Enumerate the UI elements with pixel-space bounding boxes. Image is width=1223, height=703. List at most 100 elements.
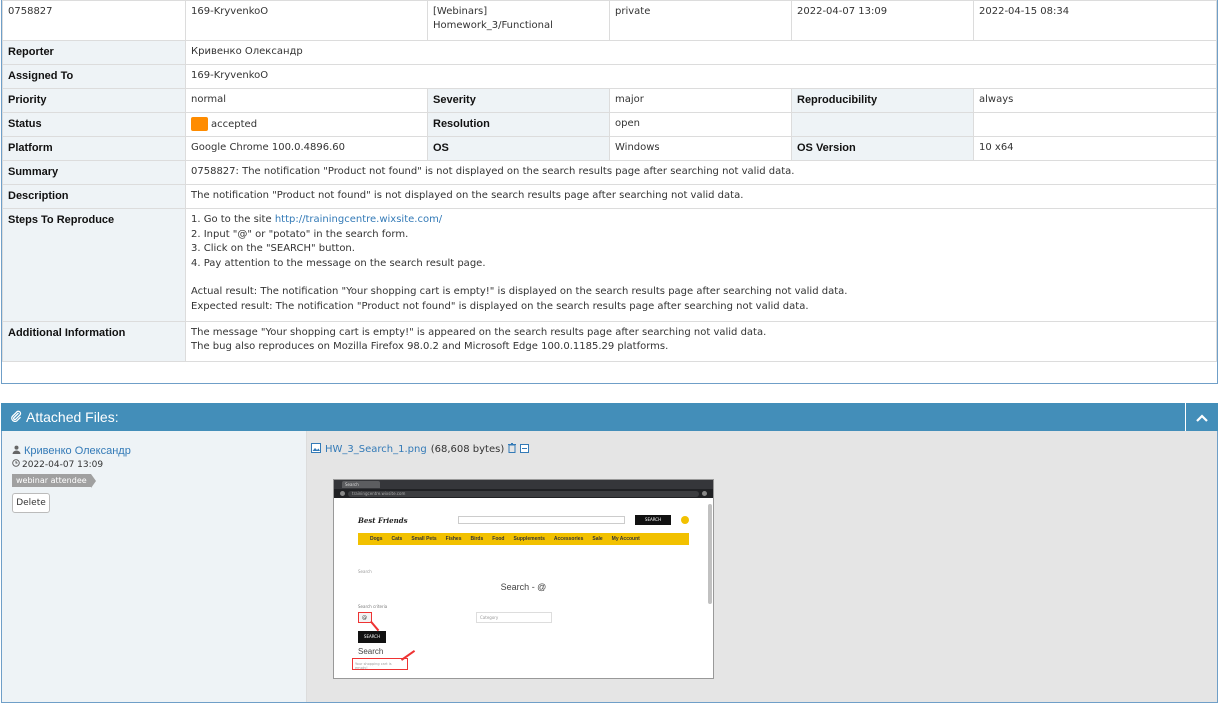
thumb-logo: Best Friends (358, 515, 408, 525)
user-icon (12, 445, 21, 457)
step-2: 2. Input "@" or "potato" in the search f… (191, 228, 409, 240)
file-link[interactable]: HW_3_Search_1.png (325, 444, 427, 455)
severity-label: Severity (427, 88, 610, 113)
platform-value: Google Chrome 100.0.4896.60 (185, 136, 428, 161)
issue-details-table: 0758827 169-KryvenkoO [Webinars] Homewor… (2, 0, 1217, 387)
thumb-criteria-row: @ Category (334, 609, 713, 623)
chevron-up-icon (1196, 409, 1208, 425)
summary-value: 0758827: The notification "Product not f… (185, 160, 1217, 185)
description-label: Description (2, 184, 186, 209)
step-1: 1. Go to the site http://trainingcentre.… (191, 213, 1211, 228)
thumb-menu-item: Fishes (445, 536, 462, 542)
author-name: Кривенко Олександр (24, 445, 131, 457)
description-value: The notification "Product not found" is … (185, 184, 1217, 209)
platform-row: Platform Google Chrome 100.0.4896.60 OS … (2, 136, 1217, 161)
attached-files-header: Attached Files: (1, 403, 1218, 431)
status-color-icon (191, 117, 208, 131)
thumb-menu-item: Sale (592, 536, 603, 542)
additional-value: The message "Your shopping cart is empty… (185, 321, 1217, 362)
description-row: Description The notification "Product no… (2, 184, 1217, 209)
os-label: OS (427, 136, 610, 161)
additional-label: Additional Information (2, 321, 186, 362)
role-tag: webinar attendee (12, 474, 96, 488)
additional-line-2: The bug also reproduces on Mozilla Firef… (191, 341, 669, 352)
issue-last-update: 2022-04-15 08:34 (973, 0, 1217, 41)
thumb-menu-item: Food (492, 536, 505, 542)
thumb-breadcrumb: Search (358, 569, 372, 574)
thumb-menu: Dogs Cats Small Pets Fishes Birds Food S… (358, 533, 689, 545)
thumb-menu-item: My Account (611, 536, 640, 542)
thumb-site-header: Best Friends SEARCH (334, 511, 713, 529)
thumb-profile-icon (702, 491, 707, 496)
thumb-menu-item: Accessories (553, 536, 584, 542)
site-link[interactable]: http://trainingcentre.wixsite.com/ (275, 214, 442, 225)
image-file-icon (311, 443, 321, 456)
issue-summary-row: 0758827 169-KryvenkoO [Webinars] Homewor… (2, 0, 1217, 41)
collapse-button[interactable] (1185, 403, 1218, 431)
issue-date-submitted: 2022-04-07 13:09 (791, 0, 974, 41)
priority-value: normal (185, 88, 428, 113)
thumb-category-select: Category (476, 612, 552, 623)
thumb-search-button: SEARCH (635, 515, 671, 525)
reporter-label: Reporter (2, 40, 186, 65)
attachment-author[interactable]: Кривенко Олександр (12, 445, 296, 457)
priority-row: Priority normal Severity major Reproduci… (2, 88, 1217, 113)
platform-label: Platform (2, 136, 186, 161)
status-value: accepted (211, 119, 258, 130)
thumb-menu-item: Birds (470, 536, 484, 542)
thumb-empty-message: Your shopping cart is empty! (352, 658, 408, 670)
thumb-cart-icon (681, 516, 689, 524)
thumb-nav-icon (340, 491, 345, 496)
empty-value (973, 112, 1217, 137)
attached-files-body: Кривенко Олександр 2022-04-07 13:09 webi… (1, 431, 1218, 703)
thumb-address-bar: trainingcentre.wixsite.com (334, 489, 713, 498)
issue-view-status: private (609, 0, 792, 41)
thumb-url: trainingcentre.wixsite.com (348, 490, 699, 497)
collapse-image-icon[interactable] (520, 443, 530, 456)
additional-line-1: The message "Your shopping cart is empty… (191, 327, 767, 338)
assigned-label: Assigned To (2, 64, 186, 89)
paperclip-icon (10, 409, 22, 425)
thumb-search-box (457, 516, 625, 524)
thumb-search-big-button: SEARCH (358, 631, 386, 643)
status-row: Status accepted Resolution open (2, 112, 1217, 137)
attached-files-title: Attached Files: (1, 409, 119, 425)
thumb-site-topbar (334, 498, 713, 511)
attachment-thumbnail[interactable]: Search trainingcentre.wixsite.com Best F… (333, 479, 714, 679)
step-4: 4. Pay attention to the message on the s… (191, 257, 486, 269)
summary-row: Summary 0758827: The notification "Produ… (2, 160, 1217, 185)
resolution-value: open (609, 112, 792, 137)
file-line: HW_3_Search_1.png (68,608 bytes) (311, 443, 1213, 456)
reporter-value: Кривенко Олександр (185, 40, 1217, 65)
issue-details-panel: 0758827 169-KryvenkoO [Webinars] Homewor… (1, 0, 1218, 384)
step-3: 3. Click on the "SEARCH" button. (191, 243, 355, 254)
reproducibility-value: always (973, 88, 1217, 113)
additional-row: Additional Information The message "Your… (2, 321, 1217, 362)
empty-label (791, 112, 974, 137)
steps-row: Steps To Reproduce 1. Go to the site htt… (2, 208, 1217, 322)
os-version-value: 10 x64 (973, 136, 1217, 161)
thumb-menu-item: Cats (391, 536, 403, 542)
file-size: (68,608 bytes) (430, 444, 505, 455)
issue-id: 0758827 (2, 0, 186, 41)
attachment-date: 2022-04-07 13:09 (12, 459, 296, 470)
thumb-tab-bar: Search (334, 480, 713, 489)
attachment-meta: Кривенко Олександр 2022-04-07 13:09 webi… (2, 431, 307, 702)
trash-icon[interactable] (508, 443, 517, 456)
spacer-row (3, 362, 1217, 387)
steps-value: 1. Go to the site http://trainingcentre.… (185, 208, 1217, 322)
thumb-page-title: Search - @ (500, 582, 547, 592)
reporter-row: Reporter Кривенко Олександр (2, 40, 1217, 65)
delete-button[interactable]: Delete (12, 493, 50, 513)
actual-result: Actual result: The notification "Your sh… (191, 286, 848, 297)
thumb-criteria-label: Search criteria (358, 604, 388, 609)
thumb-results-heading: Search (358, 647, 384, 656)
os-value: Windows (609, 136, 792, 161)
thumb-menu-item: Small Pets (411, 536, 437, 542)
steps-label: Steps To Reproduce (2, 208, 186, 322)
step-1-text: 1. Go to the site (191, 214, 275, 225)
thumb-scrollbar (708, 504, 712, 604)
summary-label: Summary (2, 160, 186, 185)
thumb-menu-item: Supplements (513, 536, 545, 542)
clock-icon (12, 459, 20, 470)
